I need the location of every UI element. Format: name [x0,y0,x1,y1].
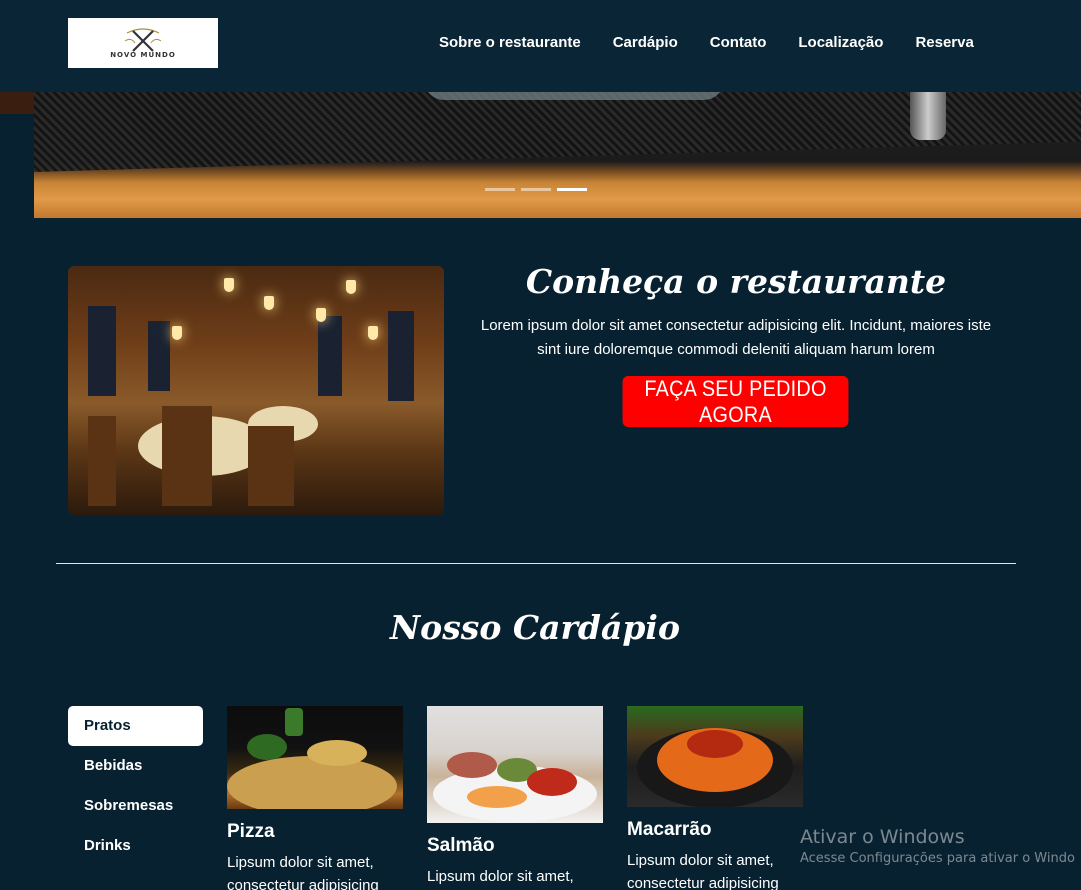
restaurant-interior-photo [68,266,444,515]
spaghetti-photo [627,706,803,807]
hero-image-plate [424,92,724,100]
logo-text: NOVO MUNDO [110,51,176,59]
navbar: NOVO MUNDO Sobre o restaurante Cardápio … [0,0,1081,92]
crossed-cutlery-icon [124,28,162,52]
tab-sobremesas[interactable]: Sobremesas [68,786,203,826]
hero-image-knife [910,92,946,140]
main-nav: Sobre o restaurante Cardápio Contato Loc… [439,34,974,51]
menu-title: Nosso Cardápio [390,608,680,647]
tab-drinks[interactable]: Drinks [68,826,203,866]
nav-link-sobre[interactable]: Sobre o restaurante [439,34,581,51]
order-now-button[interactable]: FAÇA SEU PEDIDO AGORA [622,376,849,427]
tab-bebidas[interactable]: Bebidas [68,746,203,786]
menu-item-name: Pizza [227,821,275,842]
hero-carousel [34,92,1081,218]
about-description: Lorem ipsum dolor sit amet consectetur a… [480,317,992,358]
section-divider [56,563,1016,564]
nav-link-localizacao[interactable]: Localização [798,34,883,51]
menu-item-description: Lipsum dolor sit amet, consectetur adipi… [227,854,379,890]
windows-activation-title: Ativar o Windows [800,826,965,848]
menu-card-pizza[interactable]: Pizza Lipsum dolor sit amet, consectetur… [227,706,403,890]
menu-item-description: Lipsum dolor sit amet, [427,868,574,885]
menu-item-name: Macarrão [627,819,712,840]
carousel-indicators [485,188,587,191]
menu-card-salmao[interactable]: Salmão Lipsum dolor sit amet, [427,706,603,888]
menu-card-macarrao[interactable]: Macarrão Lipsum dolor sit amet, consecte… [627,706,803,890]
salmon-platter-photo [427,706,603,823]
tab-pratos[interactable]: Pratos [68,706,203,746]
windows-activation-subtitle: Acesse Configurações para ativar o Windo [800,851,1075,866]
carousel-indicator-2[interactable] [521,188,551,191]
restaurant-logo[interactable]: NOVO MUNDO [68,18,218,68]
nav-link-contato[interactable]: Contato [710,34,767,51]
pizza-photo [227,706,403,809]
about-title: Conheça o restaurante [525,262,947,301]
nav-link-cardapio[interactable]: Cardápio [613,34,678,51]
menu-item-name: Salmão [427,835,495,856]
menu-tabs: Pratos Bebidas Sobremesas Drinks [68,706,203,866]
menu-item-description: Lipsum dolor sit amet, consectetur adipi… [627,852,779,890]
carousel-indicator-3[interactable] [557,188,587,191]
nav-link-reserva[interactable]: Reserva [915,34,973,51]
hero-edge [0,92,34,114]
carousel-indicator-1[interactable] [485,188,515,191]
